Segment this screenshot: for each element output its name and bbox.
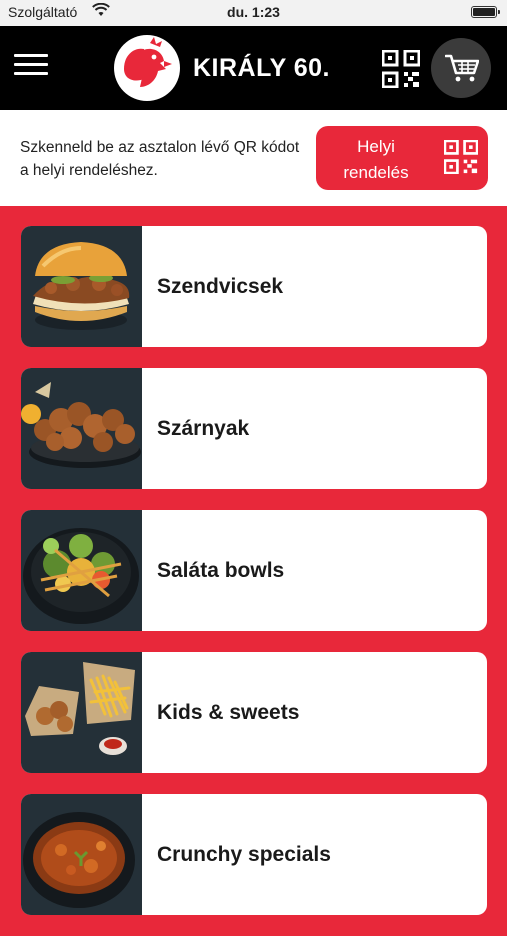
category-card-salata-bowls[interactable]: Saláta bowls xyxy=(21,510,487,631)
category-label: Crunchy specials xyxy=(157,843,331,866)
shopping-cart-icon xyxy=(445,54,479,82)
rooster-logo-icon xyxy=(114,35,180,101)
qr-code-icon xyxy=(444,140,478,174)
sandwich-image xyxy=(21,226,142,347)
category-list: Szendvicsek Szárnyak Saláta bowls Kids &… xyxy=(21,226,487,936)
category-card-crunchy-specials[interactable]: Crunchy specials xyxy=(21,794,487,915)
crunchy-special-image xyxy=(21,794,142,915)
category-card-kids-sweets[interactable]: Kids & sweets xyxy=(21,652,487,773)
salad-bowl-image xyxy=(21,510,142,631)
category-card-szarnyak[interactable]: Szárnyak xyxy=(21,368,487,489)
category-card-szendvicsek[interactable]: Szendvicsek xyxy=(21,226,487,347)
app-header: KIRÁLY 60. xyxy=(0,26,507,110)
status-time: du. 1:23 xyxy=(227,4,280,20)
status-bar: Szolgáltató du. 1:23 xyxy=(0,0,507,26)
cart-button[interactable] xyxy=(431,38,491,98)
local-order-button[interactable]: Helyi rendelés xyxy=(316,126,488,190)
battery-icon xyxy=(471,6,500,18)
brand-name: KIRÁLY 60. xyxy=(193,54,331,82)
qr-code-icon[interactable] xyxy=(381,49,421,89)
category-label: Szendvicsek xyxy=(157,275,284,298)
qr-scan-bar: Szkenneld be az asztalon lévő QR kódot a… xyxy=(0,110,507,206)
scan-instruction-text: Szkenneld be az asztalon lévő QR kódot a… xyxy=(20,139,300,179)
wings-image xyxy=(21,368,142,489)
hamburger-menu-icon[interactable] xyxy=(14,54,48,82)
category-label: Kids & sweets xyxy=(157,701,300,724)
category-label: Szárnyak xyxy=(157,417,250,440)
category-label: Saláta bowls xyxy=(157,559,285,582)
kids-meal-image xyxy=(21,652,142,773)
local-order-label: Helyi rendelés xyxy=(343,137,409,182)
